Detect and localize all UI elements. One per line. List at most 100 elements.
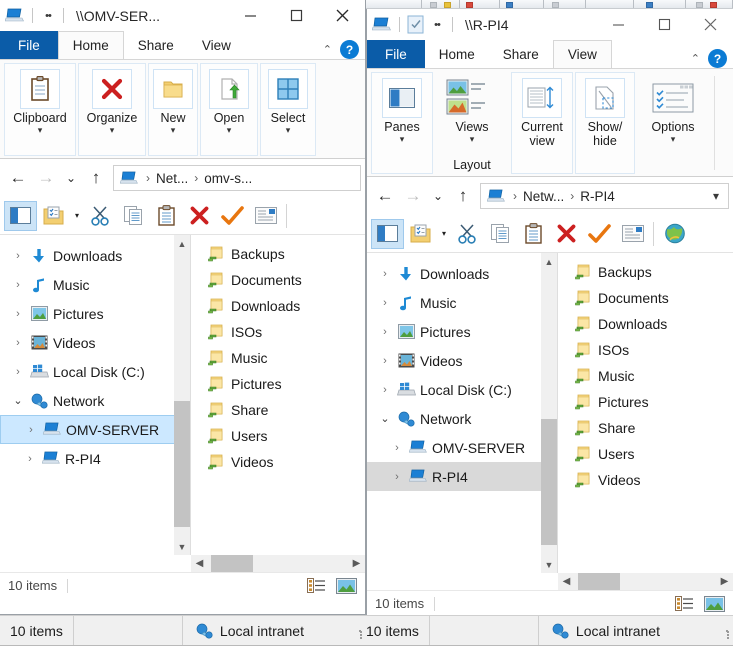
ribbon-group-organize[interactable]: Organize ▾ bbox=[78, 63, 146, 156]
list-item[interactable]: Videos bbox=[558, 467, 733, 493]
tree-item-network[interactable]: ⌄ Network bbox=[367, 404, 557, 433]
network-globe-icon[interactable] bbox=[658, 219, 691, 249]
list-item[interactable]: Music bbox=[191, 345, 365, 371]
scroll-track[interactable] bbox=[208, 555, 348, 572]
collapse-ribbon-icon[interactable]: ⌃ bbox=[323, 43, 332, 56]
tree-item-downloads[interactable]: › Downloads bbox=[367, 259, 557, 288]
chevron-down-icon[interactable]: ▾ bbox=[470, 134, 475, 145]
scroll-left-arrow-icon[interactable]: ◀ bbox=[191, 558, 208, 569]
list-item[interactable]: Downloads bbox=[558, 311, 733, 337]
navigation-pane-scrollbar[interactable]: ▲ ▼ bbox=[174, 235, 190, 555]
chevron-right-icon[interactable]: › bbox=[375, 268, 395, 280]
up-button[interactable]: ↑ bbox=[82, 164, 110, 192]
list-item[interactable]: Pictures bbox=[191, 371, 365, 397]
properties-check-icon[interactable] bbox=[404, 14, 426, 36]
tab-home[interactable]: Home bbox=[58, 31, 124, 59]
paste-clipboard-icon[interactable] bbox=[517, 219, 550, 249]
list-item[interactable]: Users bbox=[191, 423, 365, 449]
maximize-button[interactable] bbox=[641, 9, 687, 40]
file-list[interactable]: Backups Documents Downloads ISOs bbox=[558, 253, 733, 493]
layout-pane-icon[interactable] bbox=[37, 201, 70, 231]
chevron-right-icon[interactable]: › bbox=[8, 279, 28, 291]
scroll-thumb[interactable] bbox=[174, 401, 190, 527]
chevron-down-icon[interactable]: ▾ bbox=[286, 125, 291, 136]
chevron-down-icon[interactable]: ▾ bbox=[38, 125, 43, 136]
chevron-right-icon[interactable]: › bbox=[20, 453, 40, 465]
chevron-down-icon[interactable]: ▾ bbox=[227, 125, 232, 136]
scroll-thumb[interactable] bbox=[578, 573, 620, 590]
checkmark-icon[interactable] bbox=[583, 219, 616, 249]
breadcrumb-server[interactable]: omv-s... bbox=[204, 171, 252, 186]
explorer-window-omv-server[interactable]: •• \\OMV-SER... File Home Share View bbox=[0, 0, 366, 615]
file-pane-hscroll-row[interactable]: ◀ ▶ bbox=[367, 573, 733, 590]
rename-properties-icon[interactable] bbox=[249, 201, 282, 231]
ribbon-view[interactable]: Panes ▾ Views ▾ bbox=[367, 68, 733, 177]
breadcrumb-network[interactable]: Netw... bbox=[523, 189, 564, 204]
scroll-track[interactable] bbox=[575, 573, 716, 590]
tree-item-videos[interactable]: › Videos bbox=[0, 328, 190, 357]
file-list-pane[interactable]: Backups Documents Downloads ISOs bbox=[558, 253, 733, 573]
navigation-pane-scrollbar[interactable]: ▲ ▼ bbox=[541, 253, 557, 573]
tree-item-local-disk[interactable]: › Local Disk (C:) bbox=[0, 357, 190, 386]
tab-view[interactable]: View bbox=[553, 40, 612, 68]
chevron-down-icon[interactable]: ▾ bbox=[70, 211, 84, 220]
chevron-right-icon[interactable]: › bbox=[375, 297, 395, 309]
tab-file[interactable]: File bbox=[367, 40, 425, 68]
details-view-icon[interactable] bbox=[305, 577, 327, 595]
chevron-right-icon[interactable]: › bbox=[8, 366, 28, 378]
file-pane-hscroll-row[interactable]: ◀ ▶ bbox=[0, 555, 365, 572]
tree-item-pictures[interactable]: › Pictures bbox=[367, 317, 557, 346]
title-bar[interactable]: •• \\OMV-SER... bbox=[0, 0, 365, 31]
address-bar[interactable]: › Netw... › R-PI4 ▾ bbox=[480, 183, 729, 209]
ribbon-tab-strip[interactable]: File Home Share View ⌃ ? bbox=[0, 31, 365, 59]
layout-pane-icon[interactable] bbox=[404, 219, 437, 249]
tree-item-local-disk[interactable]: › Local Disk (C:) bbox=[367, 375, 557, 404]
tree-item-videos[interactable]: › Videos bbox=[367, 346, 557, 375]
quick-access-dropdown[interactable]: •• bbox=[426, 14, 448, 36]
close-button[interactable] bbox=[319, 0, 365, 31]
explorer-window-r-pi4[interactable]: •• \\R-PI4 File Home Share View bbox=[366, 9, 733, 624]
navigation-bar[interactable]: ← → ⌄ ↑ › Net... › omv-s... bbox=[0, 159, 365, 197]
chevron-down-icon[interactable]: ⌄ bbox=[8, 394, 28, 407]
large-icons-view-icon[interactable] bbox=[335, 577, 357, 595]
ribbon-group-panes[interactable]: Panes ▾ bbox=[371, 72, 433, 174]
folder-tree[interactable]: › Downloads › Music › bbox=[0, 235, 190, 473]
list-item[interactable]: Documents bbox=[558, 285, 733, 311]
maximize-button[interactable] bbox=[273, 0, 319, 31]
close-button[interactable] bbox=[687, 9, 733, 40]
breadcrumb-network[interactable]: Net... bbox=[156, 171, 188, 186]
scroll-thumb[interactable] bbox=[211, 555, 253, 572]
list-item[interactable]: Backups bbox=[191, 241, 365, 267]
navigation-pane[interactable]: › Downloads › Music › bbox=[367, 253, 557, 573]
resize-grip-icon[interactable] bbox=[358, 629, 366, 633]
tab-file[interactable]: File bbox=[0, 31, 58, 59]
scroll-track[interactable] bbox=[174, 252, 190, 538]
breadcrumb-server[interactable]: R-PI4 bbox=[580, 189, 615, 204]
scroll-up-arrow-icon[interactable]: ▲ bbox=[174, 235, 190, 252]
chevron-right-icon[interactable]: › bbox=[8, 308, 28, 320]
copy-icon[interactable] bbox=[484, 219, 517, 249]
tree-item-pictures[interactable]: › Pictures bbox=[0, 299, 190, 328]
forward-button[interactable]: → bbox=[32, 164, 60, 192]
file-list-hscrollbar[interactable]: ◀ ▶ bbox=[558, 573, 733, 590]
help-button[interactable]: ? bbox=[708, 49, 727, 68]
list-item[interactable]: Pictures bbox=[558, 389, 733, 415]
tree-item-omv-server[interactable]: › OMV-SERVER bbox=[0, 415, 184, 444]
collapse-ribbon-icon[interactable]: ⌃ bbox=[691, 52, 700, 65]
chevron-right-icon[interactable]: › bbox=[21, 424, 41, 436]
list-item[interactable]: Documents bbox=[191, 267, 365, 293]
address-dropdown-chevron-icon[interactable]: ▾ bbox=[708, 189, 724, 203]
delete-x-icon[interactable] bbox=[550, 219, 583, 249]
list-item[interactable]: Backups bbox=[558, 259, 733, 285]
chevron-down-icon[interactable]: ⌄ bbox=[375, 412, 395, 425]
address-bar[interactable]: › Net... › omv-s... bbox=[113, 165, 361, 191]
chevron-down-icon[interactable]: ▾ bbox=[437, 229, 451, 238]
list-item[interactable]: Downloads bbox=[191, 293, 365, 319]
navigation-pane-toggle-icon[interactable] bbox=[4, 201, 37, 231]
chevron-right-icon[interactable]: › bbox=[387, 442, 407, 454]
ribbon-group-open[interactable]: Open ▾ bbox=[200, 63, 258, 156]
scroll-up-arrow-icon[interactable]: ▲ bbox=[541, 253, 557, 270]
minimize-button[interactable] bbox=[595, 9, 641, 40]
chevron-right-icon[interactable]: › bbox=[375, 355, 395, 367]
up-button[interactable]: ↑ bbox=[449, 182, 477, 210]
